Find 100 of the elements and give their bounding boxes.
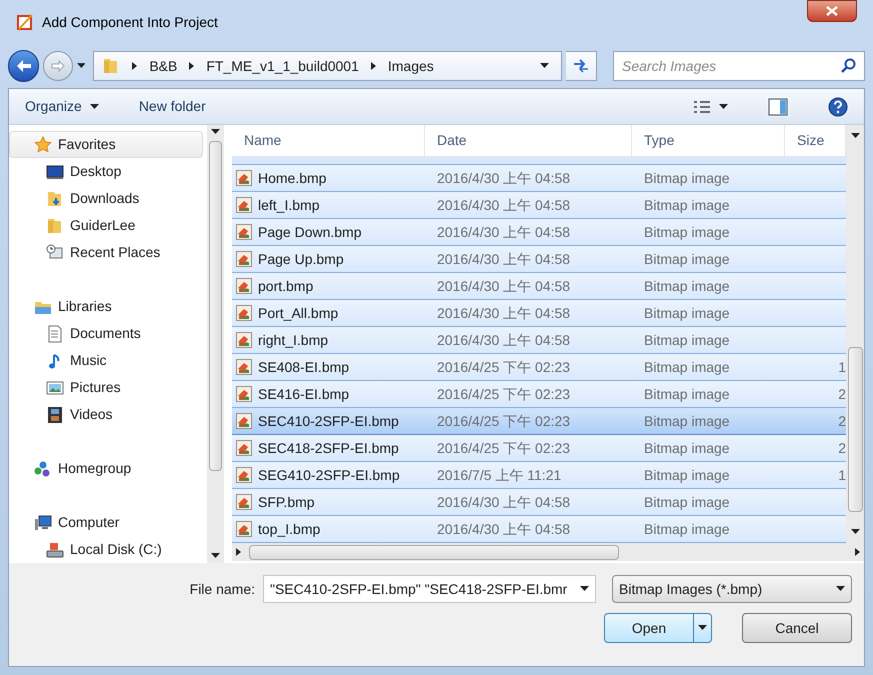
file-date: 2016/4/30 上午 04:58 — [437, 494, 570, 510]
file-name: SE416-EI.bmp — [258, 384, 350, 404]
nav-item[interactable]: Computer — [9, 509, 203, 536]
chevron-icon — [855, 548, 860, 556]
scroll-down-icon — [850, 529, 860, 535]
file-name: port.bmp — [258, 276, 314, 296]
caret-icon — [698, 625, 707, 631]
help-icon[interactable] — [828, 96, 848, 116]
column-header[interactable]: Date — [425, 125, 632, 156]
file-name: SEG410-2SFP-EI.bmp — [258, 466, 400, 485]
breadcrumb[interactable]: Images — [388, 56, 434, 76]
chevron-icon — [189, 62, 194, 70]
nav-item[interactable]: Homegroup — [9, 455, 203, 482]
image-file-icon — [236, 467, 252, 483]
file-name: Home.bmp — [258, 168, 326, 188]
image-file-icon — [236, 305, 252, 321]
file-type: Bitmap image — [644, 440, 730, 456]
file-date: 2016/4/30 上午 04:58 — [437, 170, 570, 186]
nav-item[interactable]: Pictures — [9, 374, 203, 401]
file-row[interactable]: Port_All.bmp 2016/4/30 上午 04:58 Bitmap image — [232, 300, 846, 327]
file-name: Page Down.bmp — [258, 222, 362, 242]
file-name: SFP.bmp — [258, 492, 315, 512]
file-type: Bitmap image — [644, 250, 730, 266]
file-size: 2 — [838, 438, 846, 458]
image-file-icon — [236, 278, 252, 294]
cancel-button[interactable]: Cancel — [742, 613, 852, 643]
nav-item[interactable]: Local Disk (C:) — [9, 536, 203, 563]
file-date: 2016/4/30 上午 04:58 — [437, 278, 570, 294]
image-file-icon — [236, 197, 252, 213]
file-date: 2016/4/25 下午 02:23 — [437, 412, 570, 428]
open-button[interactable]: Open — [604, 613, 712, 643]
chevron-icon — [370, 62, 376, 70]
nav-item[interactable]: Videos — [9, 401, 203, 428]
file-type: Bitmap image — [644, 386, 730, 402]
star-icon — [34, 136, 52, 154]
address-bar[interactable]: B&B FT_ME_v1_1_build0001 Images — [93, 51, 562, 81]
file-row[interactable]: right_I.bmp 2016/4/30 上午 04:58 Bitmap image — [232, 327, 846, 354]
dropdown-caret-icon — [540, 63, 549, 69]
refresh-button[interactable] — [566, 51, 597, 81]
nav-item[interactable]: Music — [9, 347, 203, 374]
homegroup-icon — [34, 460, 52, 478]
sidebar-scrollbar[interactable] — [207, 125, 224, 563]
file-row[interactable]: SEG410-2SFP-EI.bmp 2016/7/5 上午 11:21 Bitmap image 1 — [232, 462, 846, 489]
file-row[interactable]: Page Down.bmp 2016/4/30 上午 04:58 Bitmap image — [232, 219, 846, 246]
preview-pane-icon[interactable] — [768, 98, 788, 116]
column-header[interactable]: Name — [232, 125, 425, 156]
file-row[interactable]: top_I.bmp 2016/4/30 上午 04:58 Bitmap image — [232, 516, 846, 543]
file-row[interactable]: Page Up.bmp 2016/4/30 上午 04:58 Bitmap image — [232, 246, 846, 273]
nav-item[interactable]: Downloads — [9, 185, 203, 212]
file-type: Bitmap image — [644, 358, 730, 374]
file-row[interactable]: SE416-EI.bmp 2016/4/25 下午 02:23 Bitmap image 2 — [232, 381, 846, 408]
folder-icon — [46, 216, 64, 234]
file-row[interactable]: left_I.bmp 2016/4/30 上午 04:58 Bitmap image — [232, 192, 846, 219]
recent-places-icon — [46, 244, 64, 262]
back-arrow-icon — [16, 59, 32, 73]
nav-item[interactable]: GuiderLee — [9, 212, 203, 239]
image-file-icon — [236, 170, 252, 186]
file-row[interactable]: SFP.bmp 2016/4/30 上午 04:58 Bitmap image — [232, 489, 846, 516]
close-button[interactable] — [807, 0, 857, 22]
list-scrollbar[interactable] — [846, 125, 864, 543]
search-field[interactable]: Search Images — [613, 51, 865, 81]
file-row[interactable]: Home.bmp 2016/4/30 上午 04:58 Bitmap image — [232, 165, 846, 192]
refresh-arrows-icon — [572, 59, 590, 73]
document-icon — [46, 324, 64, 342]
new-folder-button[interactable]: New folder — [138, 96, 206, 117]
file-type: Bitmap image — [644, 520, 730, 536]
file-date: 2016/4/30 上午 04:58 — [437, 332, 570, 348]
window-title: Add Component Into Project — [42, 12, 218, 32]
computer-icon — [34, 514, 52, 532]
back-button[interactable] — [8, 50, 40, 82]
file-row[interactable]: SE408-EI.bmp 2016/4/25 下午 02:23 Bitmap image 1 — [232, 354, 846, 381]
file-date: 2016/7/5 上午 11:21 — [437, 466, 562, 482]
file-type: Bitmap image — [644, 494, 730, 510]
film-icon — [46, 406, 64, 424]
nav-item[interactable]: Recent Places — [9, 239, 203, 266]
horizontal-scrollbar[interactable] — [232, 543, 864, 561]
nav-item[interactable]: Documents — [9, 320, 203, 347]
file-row[interactable]: SEC410-2SFP-EI.bmp 2016/4/25 下午 02:23 Bitmap image 2 — [232, 408, 846, 435]
file-type-dropdown[interactable]: Bitmap Images (*.bmp) — [612, 575, 852, 603]
image-file-icon — [236, 386, 252, 402]
file-name: top_I.bmp — [258, 520, 320, 539]
nav-item[interactable]: Libraries — [9, 293, 203, 320]
nav-item[interactable]: Desktop — [9, 158, 203, 185]
file-name: Page Up.bmp — [258, 250, 344, 269]
nav-item[interactable]: Favorites — [9, 131, 203, 158]
file-size: 1 — [838, 466, 846, 484]
breadcrumb[interactable]: B&B — [149, 56, 178, 76]
file-name: Port_All.bmp — [258, 304, 338, 323]
caret-icon — [580, 586, 589, 592]
file-date: 2016/4/30 上午 04:58 — [437, 520, 570, 536]
desktop-icon — [46, 162, 64, 180]
file-row[interactable]: port.bmp 2016/4/30 上午 04:58 Bitmap image — [232, 273, 846, 300]
file-row[interactable]: SEC418-2SFP-EI.bmp 2016/4/25 下午 02:23 Bitmap image 2 — [232, 435, 846, 462]
organize-button[interactable]: Organize — [25, 96, 99, 117]
file-name-field[interactable]: "SEC410-2SFP-EI.bmp" "SEC418-2SFP-EI.bmr — [263, 575, 596, 603]
breadcrumb[interactable]: FT_ME_v1_1_build0001 — [206, 56, 359, 76]
file-name-label: File name: — [190, 580, 255, 598]
column-header[interactable]: Type — [632, 125, 785, 156]
view-options-button[interactable] — [693, 100, 728, 114]
file-date: 2016/4/25 下午 02:23 — [437, 386, 570, 402]
